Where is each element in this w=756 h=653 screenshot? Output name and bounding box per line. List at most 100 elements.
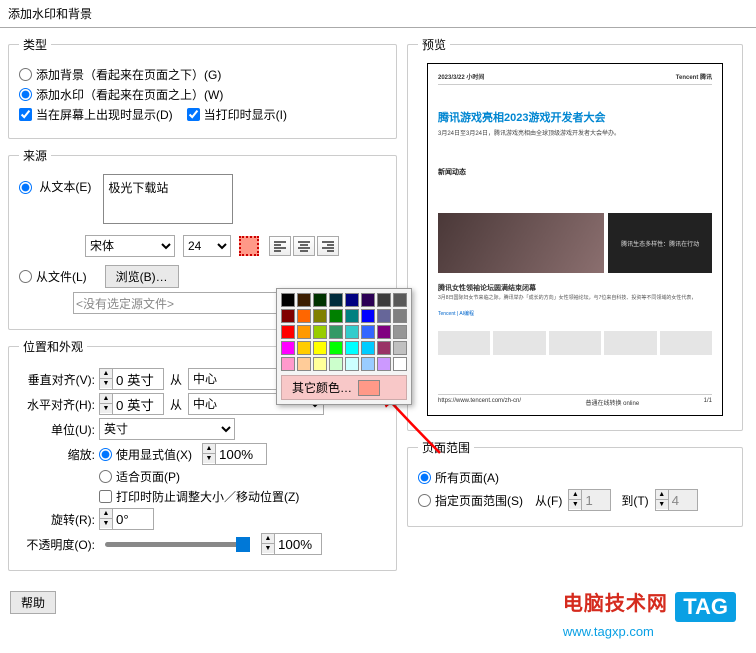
color-swatch[interactable] <box>313 325 327 339</box>
to-page-spinner[interactable]: ▲▼ <box>655 489 698 511</box>
color-swatch[interactable] <box>329 325 343 339</box>
from-label-2: 从 <box>164 396 188 413</box>
color-swatch[interactable] <box>345 357 359 371</box>
watermark-text-input[interactable]: 极光下载站 <box>103 174 233 224</box>
type-group: 类型 添加背景（看起来在页面之下）(G) 添加水印（看起来在页面之上）(W) 当… <box>8 36 397 139</box>
color-swatch[interactable] <box>377 341 391 355</box>
color-swatch[interactable] <box>329 309 343 323</box>
logo-text: 电脑技术网 <box>563 593 668 615</box>
from-text-radio[interactable] <box>19 181 32 194</box>
color-swatch[interactable] <box>393 325 407 339</box>
from-page-spinner[interactable]: ▲▼ <box>568 489 611 511</box>
align-center-button[interactable] <box>293 236 315 256</box>
scale-value-spinner[interactable]: ▲▼ <box>202 443 267 465</box>
color-swatch[interactable] <box>329 357 343 371</box>
color-swatch[interactable] <box>377 293 391 307</box>
lock-print-label: 打印时防止调整大小／移动位置(Z) <box>116 488 299 505</box>
browse-button[interactable]: 浏览(B)… <box>105 265 179 288</box>
preview-legend: 预览 <box>418 36 450 53</box>
preview-body: 3月8日国际妇女节来临之际，腾讯举办「成长的方向」女性领袖论坛，与7位来自科技、… <box>438 295 712 302</box>
font-select[interactable]: 宋体 <box>85 235 175 257</box>
from-file-label: 从文件(L) <box>36 268 87 285</box>
color-swatch[interactable] <box>297 293 311 307</box>
color-swatch[interactable] <box>313 357 327 371</box>
color-swatch[interactable] <box>393 293 407 307</box>
color-swatch[interactable] <box>297 325 311 339</box>
preview-side-image: 腾讯生态多样性：腾讯在行动 <box>608 213 712 273</box>
from-label-1: 从 <box>164 371 188 388</box>
add-watermark-radio[interactable] <box>19 88 32 101</box>
color-swatch[interactable] <box>281 293 295 307</box>
page-range-radio[interactable] <box>418 494 431 507</box>
show-on-print-checkbox[interactable] <box>187 108 200 121</box>
text-color-button[interactable] <box>239 236 259 256</box>
color-swatch[interactable] <box>345 341 359 355</box>
preview-footer-left: https://www.tencent.com/zh-cn/ <box>438 398 521 407</box>
preview-side-text2: Tencent | AI编程 <box>438 310 712 317</box>
preview-headline: 腾讯游戏亮相2023游戏开发者大会 <box>438 109 712 125</box>
color-swatch[interactable] <box>345 309 359 323</box>
color-swatch[interactable] <box>313 309 327 323</box>
add-background-label: 添加背景（看起来在页面之下）(G) <box>36 66 221 83</box>
color-swatch[interactable] <box>281 325 295 339</box>
logo-url: www.tagxp.com <box>563 624 736 639</box>
rotate-spinner[interactable]: ▲▼ <box>99 508 154 530</box>
color-swatch[interactable] <box>361 325 375 339</box>
color-swatch[interactable] <box>377 325 391 339</box>
scale-explicit-radio[interactable] <box>99 448 112 461</box>
color-swatch[interactable] <box>377 357 391 371</box>
color-swatch[interactable] <box>297 357 311 371</box>
unit-select[interactable]: 英寸 <box>99 418 235 440</box>
scale-label: 缩放: <box>19 446 99 463</box>
preview-section: 新闻动态 <box>438 167 712 177</box>
color-swatch[interactable] <box>313 293 327 307</box>
color-swatch[interactable] <box>345 293 359 307</box>
window-title: 添加水印和背景 <box>0 0 756 28</box>
halign-offset-spinner[interactable]: ▲▼ <box>99 393 164 415</box>
halign-label: 水平对齐(H): <box>19 396 99 413</box>
add-background-radio[interactable] <box>19 68 32 81</box>
all-pages-radio[interactable] <box>418 471 431 484</box>
from-file-radio[interactable] <box>19 270 32 283</box>
color-swatch[interactable] <box>281 309 295 323</box>
color-swatch[interactable] <box>313 341 327 355</box>
preview-caption: 腾讯女性领袖论坛圆满结束闭幕 <box>438 283 712 293</box>
help-button[interactable]: 帮助 <box>10 591 56 614</box>
color-swatch[interactable] <box>297 309 311 323</box>
color-swatch[interactable] <box>329 341 343 355</box>
color-swatch[interactable] <box>345 325 359 339</box>
preview-date: 2023/3/22 小时间 <box>438 72 484 81</box>
opacity-slider[interactable] <box>105 542 245 547</box>
color-picker-popup[interactable]: 其它颜色… <box>276 288 412 405</box>
color-swatch[interactable] <box>377 309 391 323</box>
color-swatch[interactable] <box>393 341 407 355</box>
align-left-button[interactable] <box>269 236 291 256</box>
align-right-button[interactable] <box>317 236 339 256</box>
scale-explicit-label: 使用显式值(X) <box>116 446 192 463</box>
color-swatch[interactable] <box>361 293 375 307</box>
position-legend: 位置和外观 <box>19 338 87 355</box>
font-size-select[interactable]: 24 <box>183 235 231 257</box>
color-swatch[interactable] <box>361 341 375 355</box>
scale-fit-label: 适合页面(P) <box>116 468 180 485</box>
lock-print-checkbox[interactable] <box>99 490 112 503</box>
preview-thumbs <box>438 331 712 355</box>
page-range-group: 页面范围 所有页面(A) 指定页面范围(S) 从(F) ▲▼ 到(T) <box>407 439 743 527</box>
color-swatch[interactable] <box>361 309 375 323</box>
color-grid[interactable] <box>281 293 407 371</box>
add-watermark-label: 添加水印（看起来在页面之上）(W) <box>36 86 223 103</box>
color-swatch[interactable] <box>393 357 407 371</box>
color-swatch[interactable] <box>281 357 295 371</box>
valign-offset-spinner[interactable]: ▲▼ <box>99 368 164 390</box>
opacity-spinner[interactable]: ▲▼ <box>261 533 322 555</box>
color-swatch[interactable] <box>361 357 375 371</box>
other-color-label: 其它颜色… <box>292 379 352 396</box>
color-swatch[interactable] <box>393 309 407 323</box>
color-swatch[interactable] <box>297 341 311 355</box>
source-legend: 来源 <box>19 147 51 164</box>
color-swatch[interactable] <box>329 293 343 307</box>
other-color-button[interactable]: 其它颜色… <box>281 375 407 400</box>
show-on-screen-checkbox[interactable] <box>19 108 32 121</box>
scale-fit-radio[interactable] <box>99 470 112 483</box>
color-swatch[interactable] <box>281 341 295 355</box>
